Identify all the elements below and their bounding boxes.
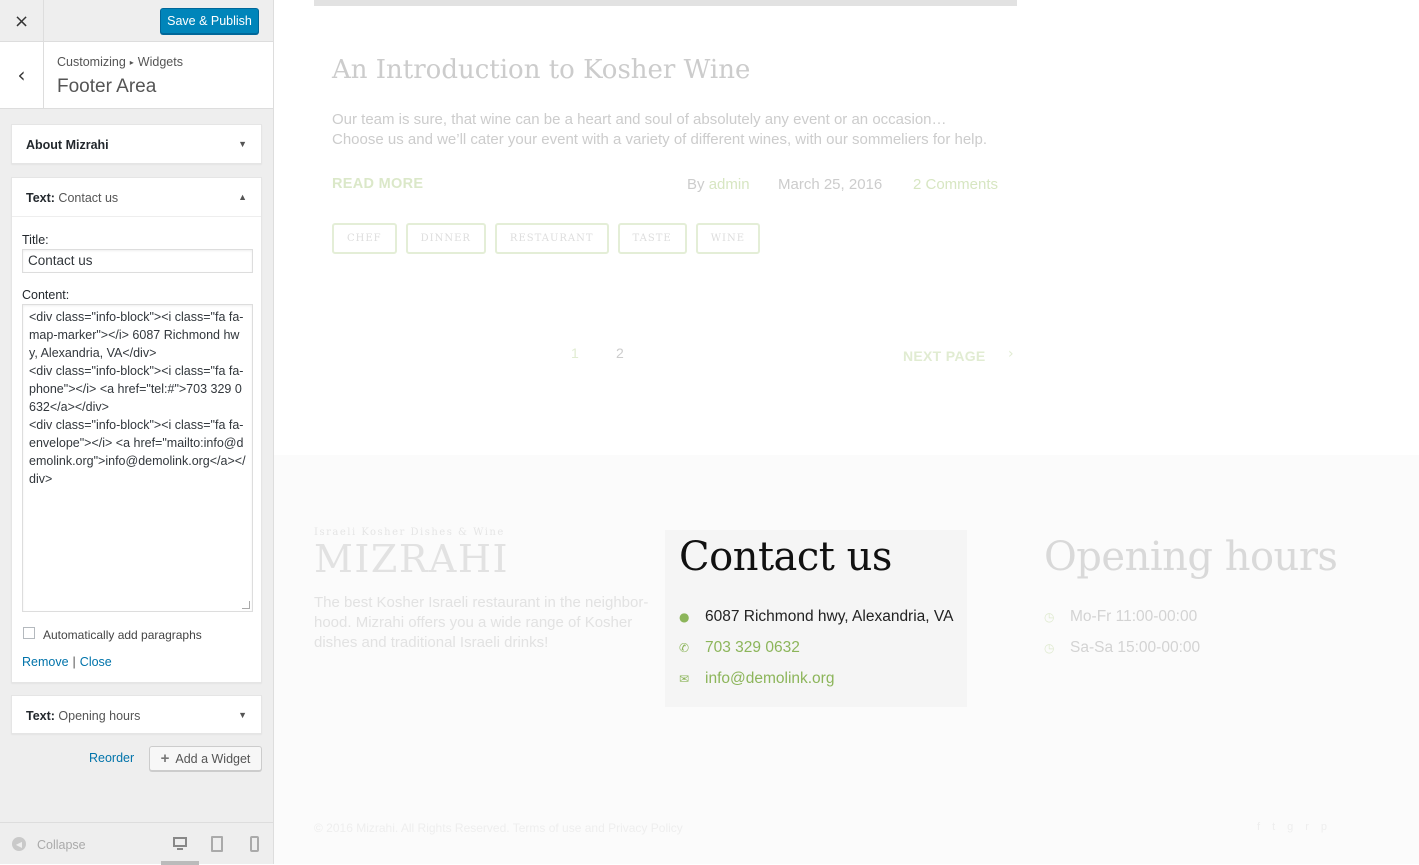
widget-title: About Mizrahi (26, 138, 109, 152)
contact-email: ✉ info@demolink.org (679, 670, 834, 688)
customizer-header: × Save & Publish (0, 0, 273, 42)
copyright-text: © 2016 Mizrahi. All Rights Reserved. Ter… (314, 821, 683, 835)
add-widget-button[interactable]: + Add a Widget (149, 746, 262, 771)
active-device-indicator (161, 861, 199, 865)
divider (314, 0, 1017, 6)
rss-icon[interactable]: r (1305, 821, 1321, 833)
expand-arrow-icon[interactable]: ▼ (238, 710, 247, 720)
post-title[interactable]: An Introduction to Kosher Wine (332, 55, 750, 85)
comments-link[interactable]: 2 Comments (913, 176, 998, 193)
close-customizer-button[interactable]: × (0, 0, 44, 42)
breadcrumb-item: Widgets (137, 55, 183, 69)
hours-text: Mo-Fr 11:00-00:00 (1070, 608, 1198, 625)
chevron-right-icon[interactable]: › (1008, 346, 1014, 362)
twitter-icon[interactable]: t (1272, 821, 1287, 833)
contact-title: Contact us (679, 534, 892, 580)
page-link-1[interactable]: 1 (571, 345, 579, 361)
breadcrumb-item: Customizing (57, 55, 126, 69)
post-date: March 25, 2016 (778, 176, 883, 193)
widget-header[interactable]: Text: Contact us ▲ (12, 178, 261, 217)
widget-title: Opening hours (58, 709, 141, 723)
mobile-preview-icon[interactable] (250, 836, 259, 852)
clock-icon: ◷ (1044, 610, 1055, 624)
add-widget-label: Add a Widget (175, 751, 251, 766)
widget-text-opening-hours: Text: Opening hours ▼ (11, 695, 262, 734)
facebook-icon[interactable]: f (1257, 821, 1272, 833)
post-author: By admin (687, 176, 750, 193)
widget-type: Text: (26, 191, 55, 205)
tag-wine[interactable]: WINE (695, 223, 760, 254)
author-link[interactable]: admin (709, 176, 750, 193)
chevron-left-icon: ‹ (17, 63, 26, 87)
post-excerpt: Our team is sure, that wine can be a hea… (332, 111, 988, 148)
contact-widget: Contact us ● 6087 Richmond hwy, Alexandr… (665, 530, 967, 707)
tag-restaurant[interactable]: RESTAURANT (494, 223, 609, 254)
widget-header[interactable]: Text: Opening hours ▼ (12, 696, 261, 735)
envelope-icon: ✉ (679, 672, 690, 686)
autop-checkbox[interactable] (23, 627, 35, 639)
map-marker-icon: ● (679, 610, 690, 624)
title-label: Title: (22, 233, 49, 247)
reorder-link[interactable]: Reorder (89, 751, 134, 765)
plus-icon: + (160, 750, 170, 767)
page-link-2[interactable]: 2 (616, 345, 624, 361)
next-page-link[interactable]: NEXT PAGE (903, 348, 986, 364)
phone-icon: ✆ (679, 641, 690, 655)
hours-line: ◷ Mo-Fr 11:00-00:00 (1044, 608, 1197, 626)
content-textarea[interactable]: <div class="info-block"><i class="fa fa-… (22, 304, 253, 612)
close-icon: × (13, 10, 30, 32)
customizer-footer: ◀ Collapse (0, 822, 273, 865)
breadcrumb-separator-icon: ▸ (129, 58, 134, 67)
action-separator: | (72, 655, 76, 669)
resize-handle[interactable] (242, 601, 250, 609)
widget-type: Text: (26, 709, 55, 723)
address-text: 6087 Richmond hwy, Alexandria, VA (705, 608, 954, 625)
by-label: By (687, 176, 705, 193)
hours-text: Sa-Sa 15:00-00:00 (1070, 639, 1201, 656)
collapse-arrow-icon[interactable]: ▲ (238, 192, 247, 202)
widget-title: Contact us (58, 191, 119, 205)
contact-phone: ✆ 703 329 0632 (679, 639, 800, 657)
clock-icon: ◷ (1044, 641, 1055, 655)
google-plus-icon[interactable]: g (1287, 821, 1305, 833)
collapse-button[interactable]: Collapse (37, 838, 86, 852)
save-publish-button[interactable]: Save & Publish (160, 8, 259, 34)
section-title: Footer Area (57, 76, 157, 97)
tag-chef[interactable]: CHEF (332, 223, 397, 254)
widget-header[interactable]: About Mizrahi ▼ (12, 125, 261, 164)
social-icons: ftgrp (1257, 821, 1339, 833)
breadcrumb: Customizing ▸ Widgets (57, 55, 183, 69)
remove-link[interactable]: Remove (22, 655, 69, 669)
pinterest-icon[interactable]: p (1321, 821, 1339, 833)
read-more-link[interactable]: READ MORE (332, 176, 423, 192)
tablet-preview-icon[interactable] (211, 836, 223, 852)
collapse-icon[interactable]: ◀ (12, 837, 26, 851)
contact-address: ● 6087 Richmond hwy, Alexandria, VA (679, 608, 953, 626)
email-link[interactable]: info@demolink.org (705, 670, 834, 688)
footer-area: Israeli Kosher Dishes & Wine MIZRAHI The… (274, 455, 1419, 864)
section-header: ‹ Customizing ▸ Widgets Footer Area (0, 42, 273, 109)
widget-actions: Remove | Close (22, 655, 112, 669)
brand-description: The best Kosher Israeli restaurant in th… (314, 594, 649, 651)
phone-link[interactable]: 703 329 0632 (705, 639, 800, 657)
back-button[interactable]: ‹ (0, 42, 44, 108)
content-text: <div class="info-block"><i class="fa fa-… (29, 310, 246, 486)
title-input[interactable]: Contact us (22, 249, 253, 273)
desktop-preview-icon[interactable] (172, 836, 188, 852)
tag-dinner[interactable]: DINNER (405, 223, 486, 254)
site-preview: An Introduction to Kosher Wine Our team … (274, 0, 1419, 864)
expand-arrow-icon[interactable]: ▼ (238, 139, 247, 149)
hours-title: Opening hours (1044, 534, 1338, 580)
customizer-sidebar: × Save & Publish ‹ Customizing ▸ Widgets F… (0, 0, 274, 865)
autop-label: Automatically add paragraphs (43, 628, 202, 642)
tag-list: CHEF DINNER RESTAURANT TASTE WINE (332, 223, 760, 254)
widget-about-mizrahi: About Mizrahi ▼ (11, 124, 262, 164)
content-label: Content: (22, 288, 70, 302)
brand-logo[interactable]: MIZRAHI (314, 537, 509, 581)
close-link[interactable]: Close (80, 655, 112, 669)
hours-line: ◷ Sa-Sa 15:00-00:00 (1044, 639, 1200, 657)
tag-taste[interactable]: TASTE (617, 223, 687, 254)
widget-text-contact-us: Text: Contact us ▲ Title: Contact us Con… (11, 177, 262, 683)
